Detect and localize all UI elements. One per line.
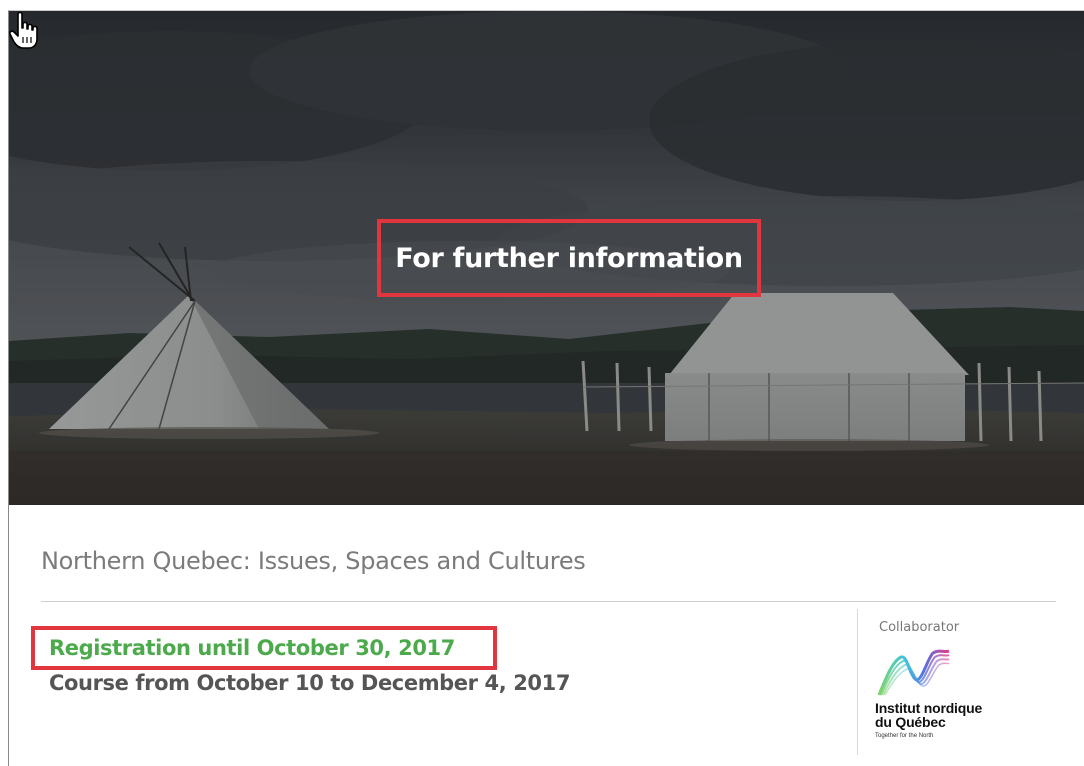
- course-title: Northern Quebec: Issues, Spaces and Cult…: [41, 547, 586, 575]
- hand-pointer-cursor-icon: [9, 11, 38, 49]
- collaborator-divider: [857, 609, 858, 755]
- further-information-link[interactable]: For further information: [377, 219, 761, 297]
- course-dates: Course from October 10 to December 4, 20…: [49, 671, 571, 695]
- collaborator-name: Institut nordique du Québec: [875, 700, 983, 730]
- course-card: For further information Northern Quebec:…: [8, 10, 1084, 766]
- collaborator-label: Collaborator: [879, 620, 960, 635]
- course-hero-image[interactable]: For further information: [9, 11, 1084, 505]
- section-divider: [41, 601, 1056, 602]
- institut-nordique-logo[interactable]: Institut nordique du Québec Together for…: [869, 645, 1029, 755]
- institut-nordique-mark-icon: [877, 649, 950, 696]
- registration-deadline: Registration until October 30, 2017: [31, 626, 497, 670]
- collaborator-tagline: Together for the North: [875, 733, 934, 739]
